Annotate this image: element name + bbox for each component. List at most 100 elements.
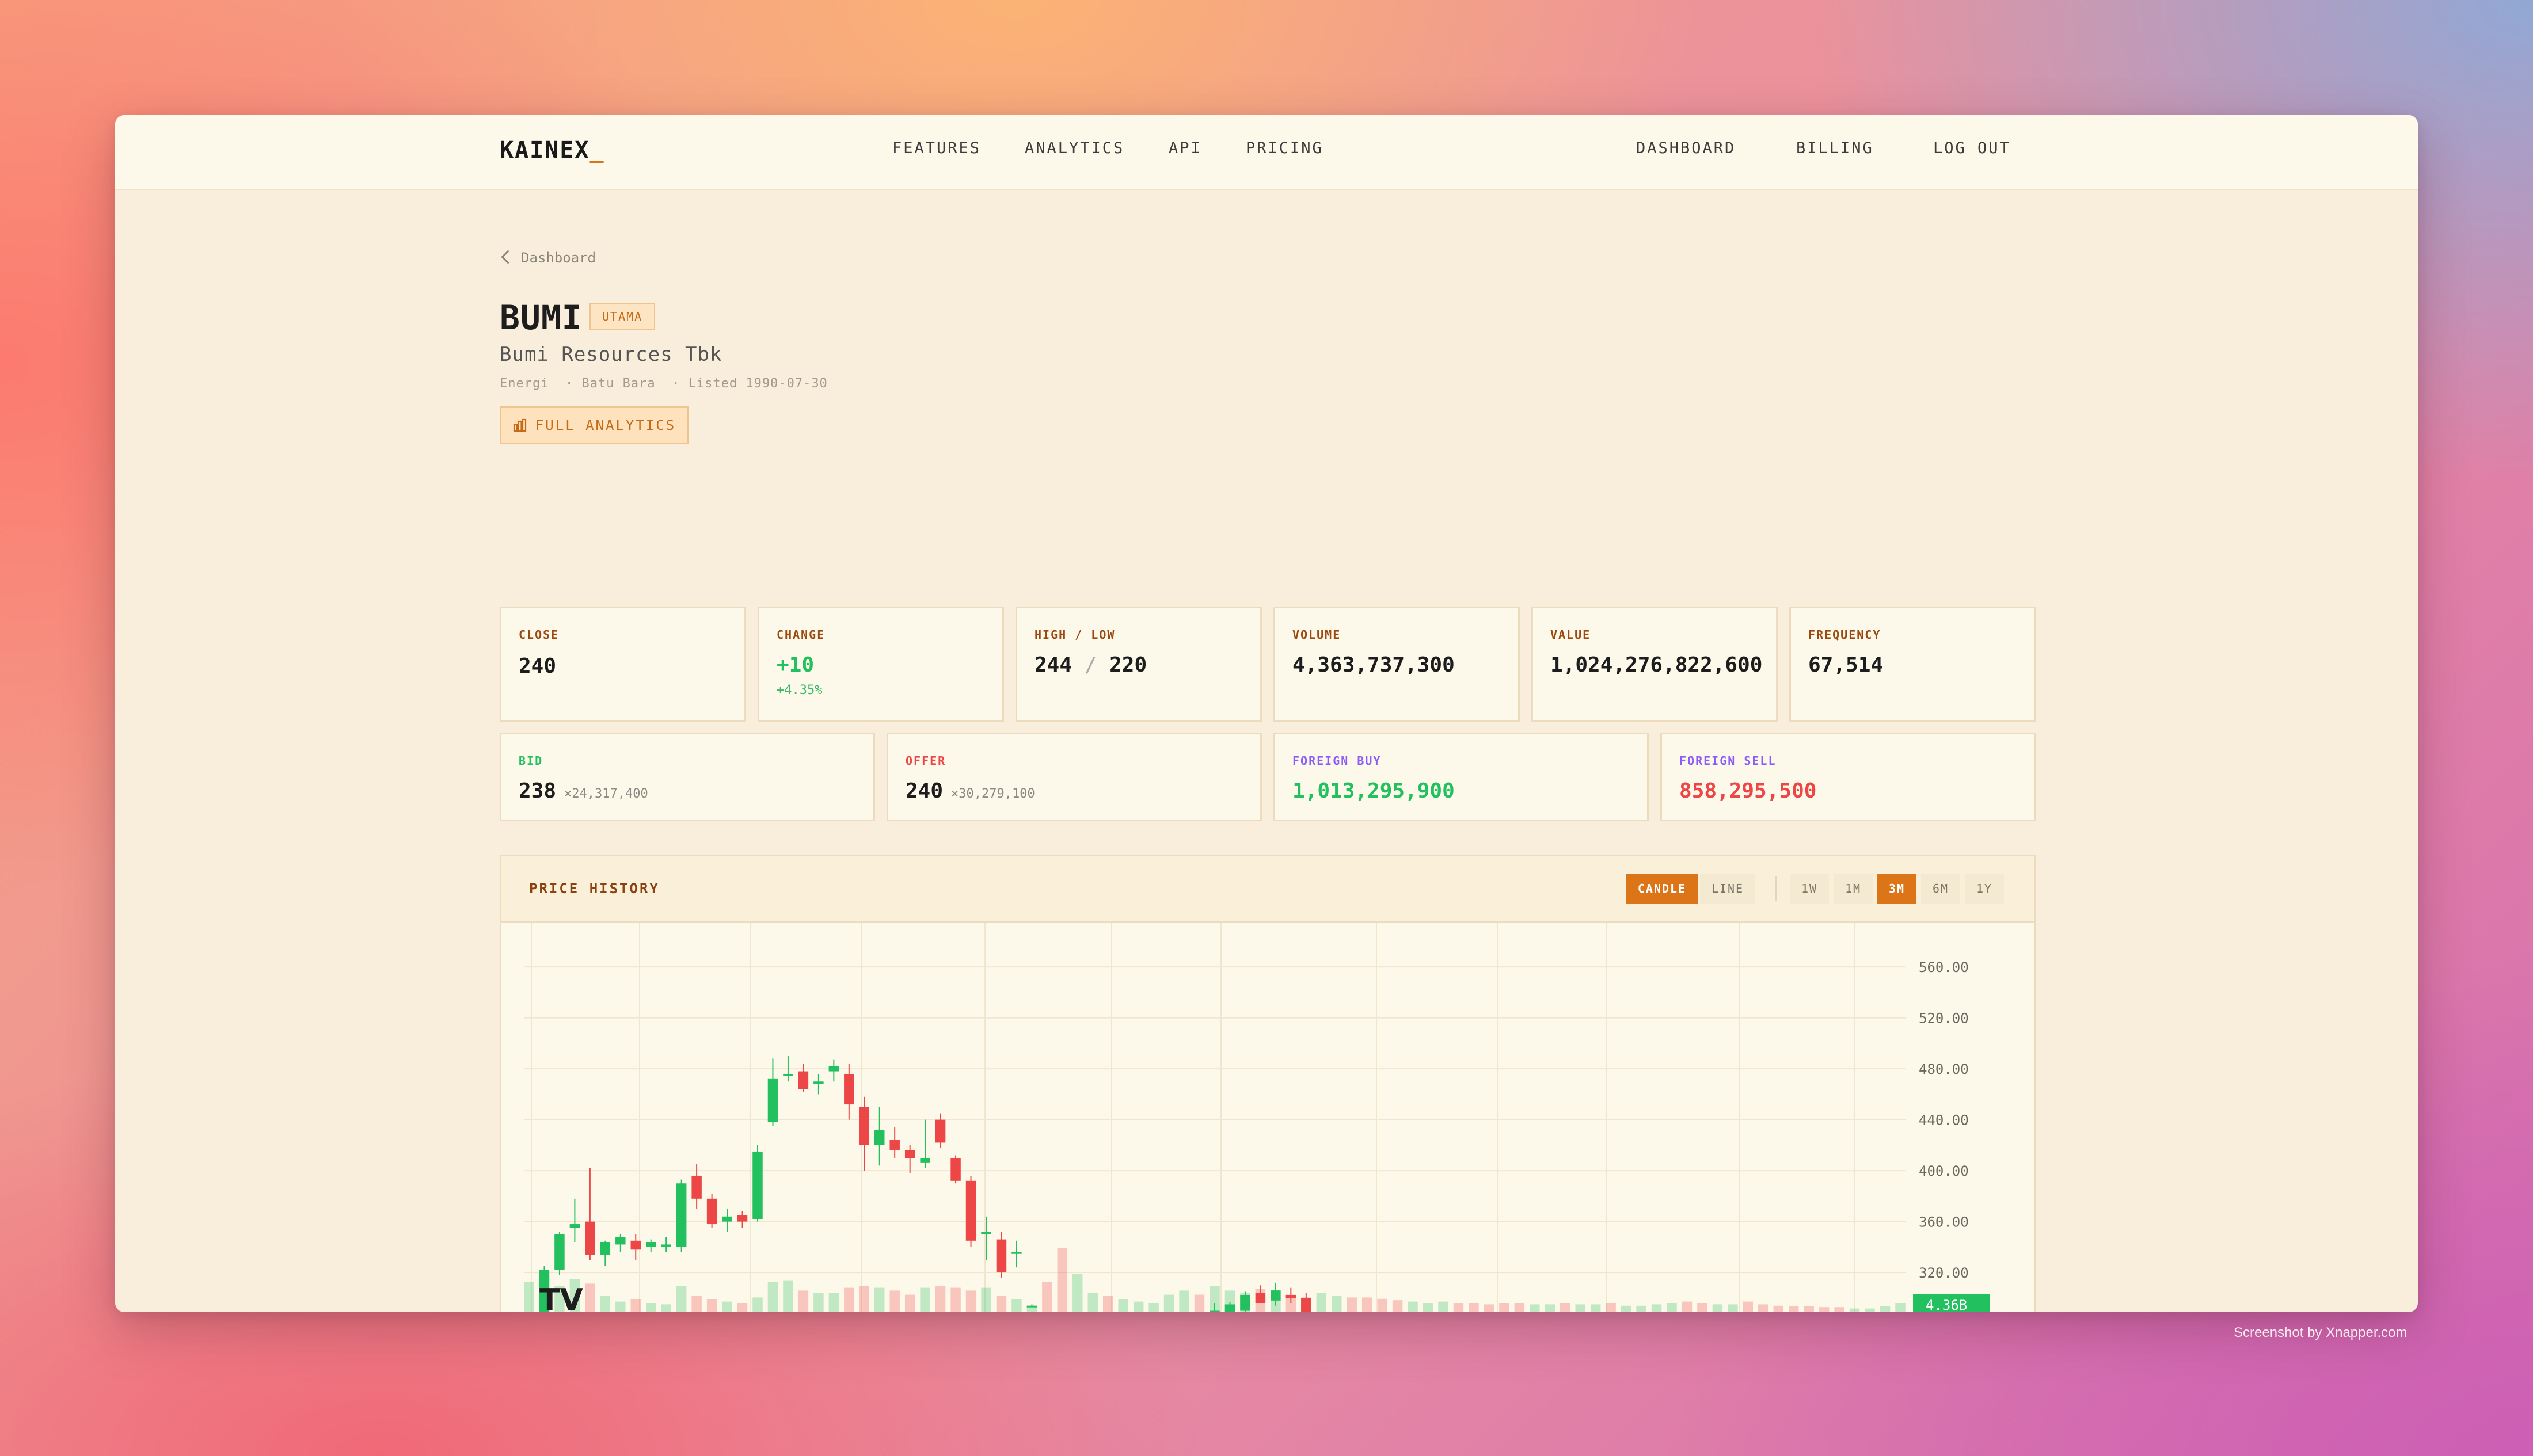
candle-body [645,1242,656,1247]
highlow-card: HIGH / LOW 244 / 220 [1016,607,1262,722]
volume-bar [1057,1248,1068,1312]
volume-bar [965,1290,976,1312]
volume-bar [1880,1306,1891,1312]
volume-bar [1453,1303,1464,1312]
offer-price: 240 [906,779,944,803]
volume-bar [1636,1305,1646,1312]
breadcrumb-back-link[interactable]: Dashboard [500,250,596,266]
nav-link-logout[interactable]: LOG OUT [1933,139,2011,157]
volume-bar [1773,1305,1784,1312]
range-1m[interactable]: 1M [1834,874,1873,904]
volume-bar [1895,1303,1906,1312]
volume-bar [1804,1306,1814,1312]
candle-body [965,1180,976,1241]
volume-bar [691,1296,702,1312]
volume-bar [722,1301,732,1312]
line-toggle[interactable]: LINE [1700,874,1755,904]
range-1y[interactable]: 1Y [1965,874,2004,904]
volume-bar [1194,1294,1205,1312]
volume-bar [1606,1303,1616,1312]
change-label: CHANGE [777,628,826,642]
candle-body [767,1078,778,1123]
candle-body [722,1216,732,1222]
volume-bar [1102,1296,1113,1312]
candle-body [615,1237,626,1245]
volume-bar [1133,1301,1144,1312]
candle-body [1285,1295,1296,1298]
bid-price: 238 [519,779,557,803]
nav-link-api[interactable]: API [1169,139,1202,157]
candle-body [1026,1305,1037,1308]
volume-bar [1728,1304,1738,1312]
full-analytics-button[interactable]: FULL ANALYTICS [500,406,689,444]
volume-bar [1011,1299,1022,1312]
volume-bar [1667,1303,1677,1312]
volume-bar [1408,1301,1418,1312]
volume-bar [1042,1282,1052,1312]
foreign-sell-card: FOREIGN SELL 858,295,500 [1660,733,2036,821]
volume-bar [1423,1303,1433,1312]
candle-body [935,1119,946,1143]
volume-bar [1834,1307,1844,1312]
board-badge: UTAMA [589,303,656,330]
volume-bar [630,1299,641,1312]
volume-bar [1148,1303,1159,1312]
volume-bar [585,1283,595,1312]
candle-body [889,1140,900,1150]
range-6m[interactable]: 6M [1921,874,1960,904]
range-1w[interactable]: 1W [1790,874,1829,904]
price-history-panel: PRICE HISTORY CANDLE LINE 1W 1M 3M 6M 1Y… [500,855,2036,1312]
stock-ticker: BUMI [500,298,583,337]
bid-quantity: ×24,317,400 [564,787,648,801]
volume-bar [874,1287,885,1312]
bid-value: 238 ×24,317,400 [519,779,648,803]
candle-body [585,1221,595,1255]
full-analytics-label: FULL ANALYTICS [535,417,676,433]
nav-link-pricing[interactable]: PRICING [1246,139,1323,157]
chevron-left-icon [501,250,515,264]
nav-link-billing[interactable]: BILLING [1796,139,1874,157]
foreign-sell-label: FOREIGN SELL [1679,754,1777,768]
volume-bar [1072,1274,1083,1312]
volume-bar [661,1304,671,1312]
candle-body [1271,1290,1281,1301]
offer-label: OFFER [906,754,946,768]
logo[interactable]: KAINEX_ [500,137,605,163]
value-card: VALUE 1,024,276,822,600 [1531,607,1778,722]
volume-bar [935,1286,946,1312]
volume-bar [1514,1303,1525,1312]
candle-body [600,1242,611,1255]
volume-bar [615,1301,626,1312]
y-tick-label: 440.00 [1919,1112,1969,1129]
nav-link-dashboard[interactable]: DASHBOARD [1636,139,1736,157]
volume-bar [706,1299,717,1312]
candlestick-chart[interactable]: 560.00 520.00 480.00 440.00 400.00 360.00 320.… [501,923,2034,1312]
range-3m[interactable]: 3M [1877,874,1916,904]
company-name: Bumi Resources Tbk [500,343,722,366]
offer-quantity: ×30,279,100 [951,787,1035,801]
volume-bar [828,1293,839,1312]
candle-toggle[interactable]: CANDLE [1626,874,1698,904]
foreign-buy-label: FOREIGN BUY [1292,754,1382,768]
volume-bar [1788,1306,1799,1312]
candle-body [904,1150,915,1158]
volume-bar [1469,1303,1479,1312]
candle-body [859,1107,870,1145]
y-tick-label: 320.00 [1919,1265,1969,1281]
candle-body [1011,1252,1022,1254]
nav-link-features[interactable]: FEATURES [892,139,981,157]
frequency-value: 67,514 [1808,653,1884,677]
volume-bar [1316,1293,1327,1312]
volume-bar [813,1293,824,1312]
volume-bar [1545,1304,1555,1312]
volume-bar [1849,1308,1860,1312]
volume-bar [1712,1304,1723,1312]
volume-bar [844,1287,854,1312]
nav-link-analytics[interactable]: ANALYTICS [1025,139,1124,157]
app-window: KAINEX_ FEATURES ANALYTICS API PRICING D… [115,115,2418,1312]
candle-body [554,1234,565,1270]
volume-bar [859,1286,870,1312]
volume-bar [767,1282,778,1312]
volume-bar [1621,1305,1631,1312]
volume-badge-label: 4.36B [1926,1297,1967,1312]
